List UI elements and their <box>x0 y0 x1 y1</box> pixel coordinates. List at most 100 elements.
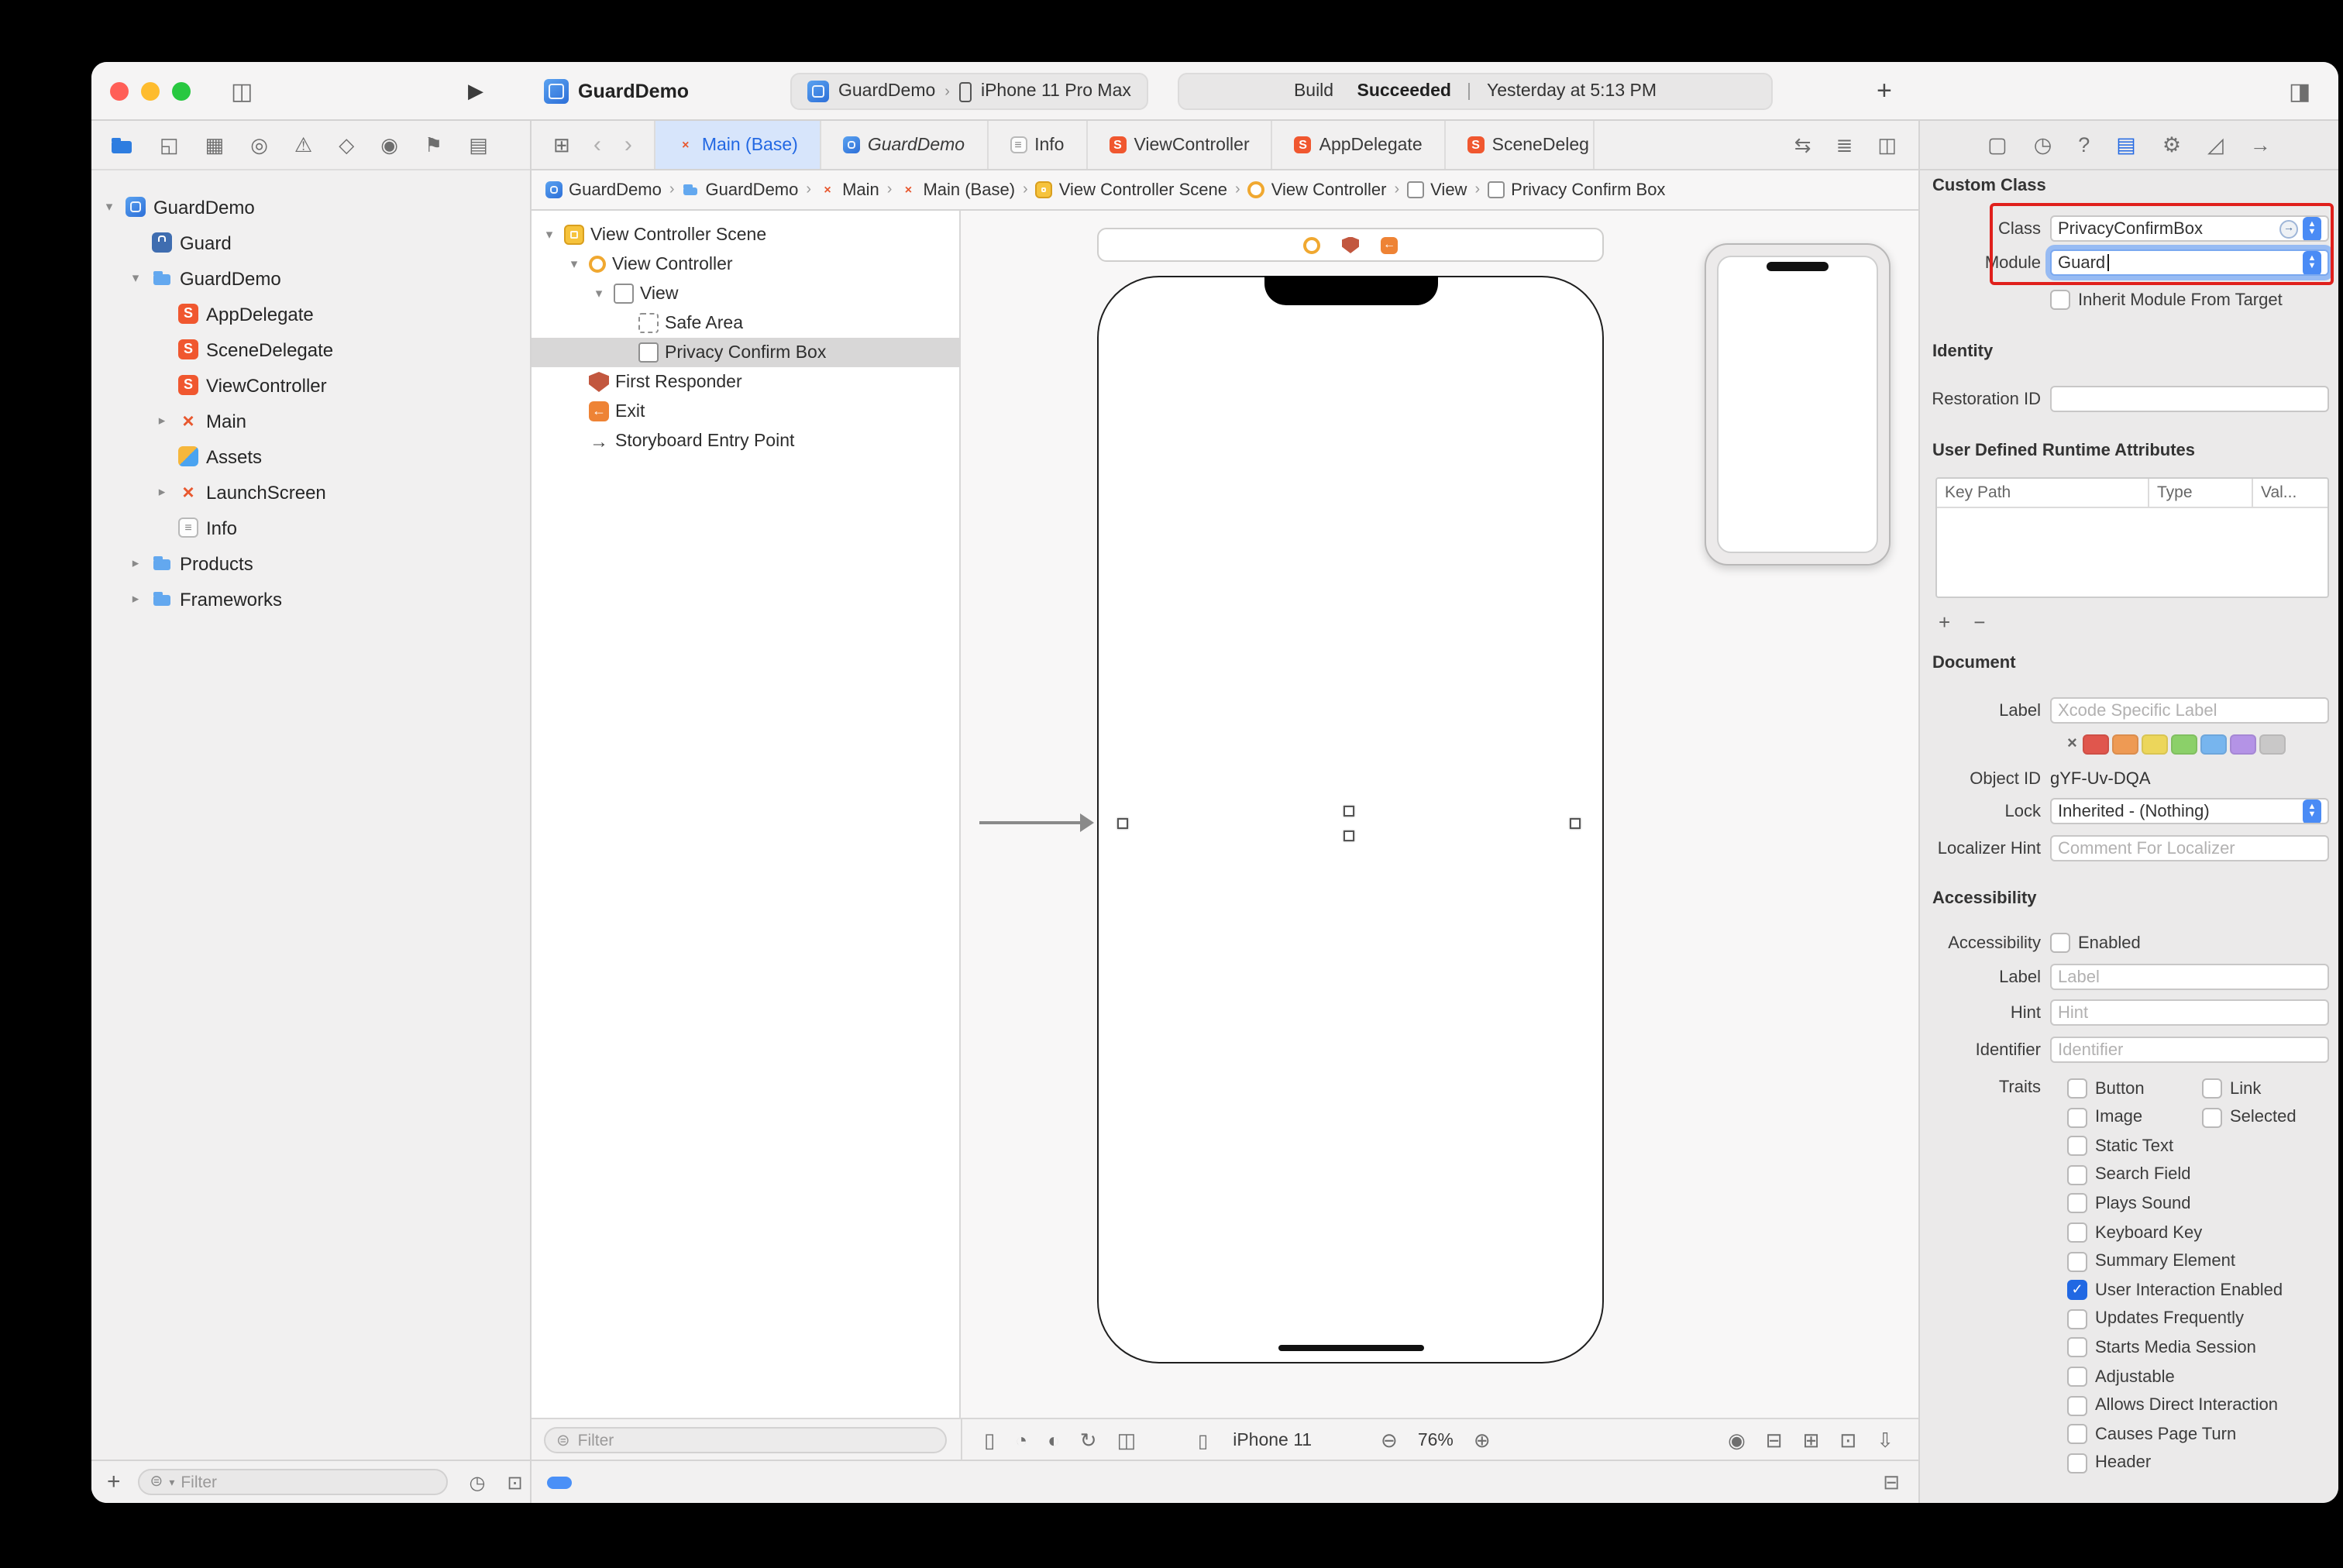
outline-item[interactable]: Safe Area <box>532 308 959 338</box>
trait-item[interactable]: Static Text <box>2067 1134 2173 1157</box>
breadcrumb-item[interactable]: × Main (Base) <box>900 181 1015 199</box>
minimize-window-button[interactable] <box>141 82 160 101</box>
editor-tab[interactable]: GuardDemo <box>821 121 989 169</box>
trait-checkbox[interactable] <box>2067 1308 2087 1329</box>
trait-checkbox[interactable] <box>2067 1337 2087 1358</box>
accessibility-enabled-checkbox[interactable] <box>2050 933 2070 953</box>
editor-options-icon[interactable]: ◫ <box>1877 135 1897 155</box>
trait-checkbox[interactable] <box>2067 1395 2087 1416</box>
disclosure-triangle[interactable]: ▸ <box>153 483 170 500</box>
zoom-in-icon[interactable]: ⊕ <box>1474 1430 1491 1450</box>
trait-item[interactable]: Updates Frequently <box>2067 1308 2244 1331</box>
view-controller-view[interactable] <box>1097 276 1604 1363</box>
trait-checkbox[interactable] <box>2067 1453 2087 1473</box>
embed-in-stack-icon[interactable]: ⊟ <box>1766 1430 1783 1450</box>
trait-item[interactable]: Selected <box>2202 1106 2297 1129</box>
runtime-attributes-table[interactable]: Key Path Type Val... <box>1935 477 2329 598</box>
outline-filter-field[interactable]: ⊜ Filter <box>544 1427 947 1453</box>
trait-item[interactable]: Summary Element <box>2067 1250 2235 1273</box>
clear-color-button[interactable]: × <box>2067 734 2077 753</box>
trait-checkbox[interactable] <box>2067 1136 2087 1157</box>
file-inspector-icon[interactable]: ▢ <box>1987 134 2008 156</box>
size-inspector-icon[interactable]: ◿ <box>2207 134 2224 156</box>
trait-item[interactable]: Header <box>2067 1452 2151 1475</box>
editor-tab[interactable]: S SceneDeleg <box>1446 121 1595 169</box>
class-field[interactable]: PrivacyConfirmBox → ▲ ▼ <box>2050 215 2329 242</box>
navigator-item[interactable]: ▾ GuardDemo <box>91 189 530 225</box>
align-icon[interactable]: ⊞ <box>1803 1430 1820 1450</box>
outline-item[interactable]: ▾ View Controller Scene <box>532 220 959 249</box>
selection-handle-center-bottom[interactable] <box>1344 830 1354 841</box>
navigator-item[interactable]: Guard <box>91 225 530 260</box>
update-frames-icon[interactable]: ◉ <box>1728 1430 1746 1450</box>
trait-checkbox[interactable] <box>2202 1078 2222 1099</box>
trait-checkbox[interactable] <box>2067 1107 2087 1128</box>
outline-item[interactable]: Privacy Confirm Box <box>532 338 959 367</box>
resolve-layout-icon[interactable]: ⇩ <box>1877 1430 1894 1450</box>
trait-item[interactable]: ✓ User Interaction Enabled <box>2067 1278 2283 1302</box>
breadcrumb-item[interactable]: Privacy Confirm Box <box>1488 181 1665 199</box>
back-icon[interactable]: ‹ <box>593 133 601 156</box>
bottom-bar-toggle-icon[interactable]: ⊟ <box>1883 1461 1900 1503</box>
navigator-item[interactable]: S AppDelegate <box>91 296 530 332</box>
breadcrumb-item[interactable]: View Controller Scene <box>1035 181 1227 199</box>
outline-item[interactable]: First Responder <box>532 367 959 397</box>
navigator-item[interactable]: S ViewController <box>91 367 530 403</box>
pin-constraints-icon[interactable]: ⊡ <box>1839 1430 1856 1450</box>
disclosure-triangle[interactable]: ▾ <box>541 226 558 243</box>
activity-view[interactable]: Build Succeeded | Yesterday at 5:13 PM <box>1178 73 1773 110</box>
storyboard-entry-arrow[interactable] <box>979 821 1082 824</box>
trait-checkbox[interactable] <box>2067 1367 2087 1387</box>
module-dropdown-icon[interactable]: ▲ ▼ <box>2303 251 2321 274</box>
navigator-item[interactable]: ▸ Frameworks <box>91 581 530 617</box>
trait-checkbox[interactable] <box>2067 1251 2087 1272</box>
recents-filter-icon[interactable]: ◷ <box>470 1473 486 1491</box>
issue-navigator-icon[interactable]: ⚠ <box>294 135 312 155</box>
device-bezel-icon[interactable]: ▯ <box>984 1430 995 1450</box>
document-label-field[interactable]: Xcode Specific Label <box>2050 697 2329 724</box>
report-navigator-icon[interactable]: ▤ <box>469 135 488 155</box>
code-review-icon[interactable]: ⇆ <box>1794 135 1811 155</box>
navigator-item[interactable]: ▸ × LaunchScreen <box>91 474 530 510</box>
forward-icon[interactable]: › <box>624 133 632 156</box>
trait-item[interactable]: Plays Sound <box>2067 1192 2191 1216</box>
device-label-group[interactable]: ▯ iPhone 11 <box>1198 1419 1312 1461</box>
navigator-filter-field[interactable]: ⊜ ▾ Filter <box>137 1469 448 1495</box>
attributes-inspector-icon[interactable]: ⚙ <box>2162 134 2181 156</box>
exit-dock-icon[interactable]: ← <box>1381 236 1398 253</box>
trait-checkbox[interactable] <box>2067 1424 2087 1445</box>
label-color-swatch[interactable] <box>2083 734 2110 754</box>
add-file-button[interactable]: + <box>107 1469 121 1495</box>
project-navigator-icon[interactable] <box>110 134 133 156</box>
disclosure-triangle[interactable]: ▾ <box>590 285 607 302</box>
disclosure-triangle[interactable]: ▸ <box>127 555 144 572</box>
navigator-item[interactable]: ▸ Products <box>91 545 530 581</box>
add-attribute-button[interactable]: + <box>1939 610 1950 634</box>
debug-navigator-icon[interactable]: ◉ <box>380 135 398 155</box>
zoom-out-icon[interactable]: ⊖ <box>1381 1430 1398 1450</box>
navigator-item[interactable]: Assets <box>91 438 530 474</box>
navigator-toggle-icon[interactable]: ◫ <box>231 62 253 121</box>
selection-handle-center-top[interactable] <box>1344 806 1354 817</box>
outline-item[interactable]: ← Exit <box>532 397 959 426</box>
navigator-item[interactable]: ▾ GuardDemo <box>91 260 530 296</box>
disclosure-triangle[interactable]: ▾ <box>566 256 583 273</box>
label-color-swatch[interactable] <box>2112 734 2139 754</box>
navigator-item[interactable]: ▸ × Main <box>91 403 530 438</box>
breadcrumb-item[interactable]: GuardDemo <box>683 181 798 199</box>
trait-checkbox[interactable] <box>2067 1164 2087 1185</box>
tab-overview-icon[interactable]: ⊞ <box>553 135 570 155</box>
scm-filter-icon[interactable]: ⊡ <box>507 1473 523 1491</box>
add-tab-button[interactable]: + <box>1877 62 1892 121</box>
breadcrumb-item[interactable]: × Main <box>819 181 879 199</box>
trait-item[interactable]: Allows Direct Interaction <box>2067 1394 2278 1417</box>
trait-item[interactable]: Link <box>2202 1077 2261 1100</box>
breakpoint-navigator-icon[interactable]: ⚑ <box>425 135 442 155</box>
jump-to-class-icon[interactable]: → <box>2279 219 2298 238</box>
trait-item[interactable]: Button <box>2067 1077 2145 1100</box>
storyboard-canvas[interactable]: ← <box>961 211 1918 1418</box>
navigator-item[interactable]: S SceneDelegate <box>91 332 530 367</box>
trait-checkbox[interactable] <box>2202 1107 2222 1128</box>
trait-checkbox[interactable]: ✓ <box>2067 1280 2087 1301</box>
source-control-navigator-icon[interactable]: ◱ <box>160 135 179 155</box>
